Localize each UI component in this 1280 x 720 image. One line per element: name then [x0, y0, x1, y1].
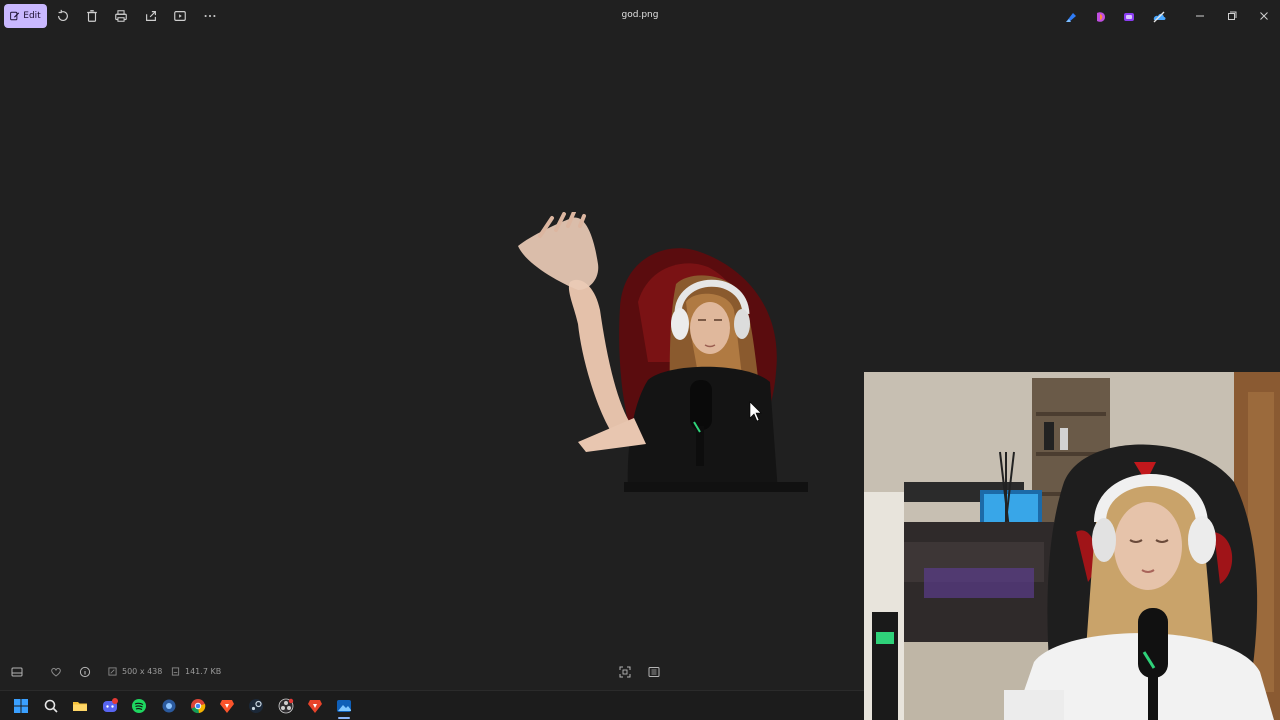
- edit-icon: [10, 11, 20, 21]
- brave-icon: [220, 700, 234, 713]
- print-icon: [115, 10, 127, 22]
- obs-icon: [278, 698, 294, 714]
- status-bar: 500 x 438 141.7 KB: [0, 658, 864, 686]
- favorite-button[interactable]: [49, 665, 63, 679]
- brave-button[interactable]: [218, 697, 236, 715]
- app-icon: [162, 699, 176, 713]
- spotify-icon: [132, 699, 146, 713]
- window-title: god.png: [621, 10, 659, 20]
- info-icon: [79, 666, 91, 678]
- delete-icon: [87, 10, 97, 22]
- obs-button[interactable]: [277, 697, 295, 715]
- dimensions-text: 500 x 438: [122, 667, 163, 676]
- active-app-indicator: [338, 717, 350, 719]
- app-button[interactable]: [160, 697, 178, 715]
- search-icon: [44, 699, 58, 713]
- share-button[interactable]: [139, 4, 163, 28]
- clipchamp-icon[interactable]: [1122, 9, 1136, 23]
- filmstrip-button[interactable]: [10, 665, 24, 679]
- displayed-image[interactable]: [508, 212, 808, 492]
- taskbar: [0, 690, 864, 720]
- share-icon: [146, 11, 156, 21]
- file-size-text: 141.7 KB: [185, 667, 222, 676]
- minimize-button[interactable]: [1189, 6, 1211, 26]
- start-button[interactable]: [12, 697, 30, 715]
- search-button[interactable]: [42, 697, 60, 715]
- filmstrip-icon: [11, 667, 23, 677]
- close-button[interactable]: [1253, 6, 1275, 26]
- actual-size-icon: [648, 667, 660, 677]
- restore-icon: [1228, 11, 1237, 20]
- photos-button[interactable]: [335, 697, 353, 715]
- more-button[interactable]: [198, 4, 222, 28]
- photos-icon: [337, 700, 351, 712]
- close-icon: [1260, 12, 1268, 20]
- slideshow-icon: [174, 11, 186, 21]
- restore-button[interactable]: [1221, 6, 1243, 26]
- discord-icon: [103, 698, 118, 712]
- fit-to-window-button[interactable]: [618, 665, 632, 679]
- edit-button[interactable]: Edit: [4, 4, 47, 28]
- actual-size-button[interactable]: [647, 665, 661, 679]
- image-dimensions: 500 x 438: [108, 667, 162, 676]
- fit-window-icon: [619, 666, 631, 678]
- file-size-icon: [171, 667, 180, 676]
- brave-red-icon: [308, 700, 322, 713]
- spotify-button[interactable]: [130, 697, 148, 715]
- rotate-icon: [58, 9, 68, 22]
- slideshow-button[interactable]: [168, 4, 192, 28]
- print-button[interactable]: [109, 4, 133, 28]
- discord-button[interactable]: [101, 697, 119, 715]
- file-size: 141.7 KB: [171, 667, 221, 676]
- dimensions-icon: [108, 667, 117, 676]
- chrome-icon: [191, 699, 206, 714]
- steam-button[interactable]: [247, 697, 265, 715]
- edit-label: Edit: [23, 11, 41, 21]
- file-explorer-icon: [73, 702, 87, 711]
- file-explorer-button[interactable]: [71, 697, 89, 715]
- chrome-button[interactable]: [189, 697, 207, 715]
- info-button[interactable]: [78, 665, 92, 679]
- steam-icon: [249, 699, 263, 713]
- webcam-overlay: [864, 372, 1280, 720]
- delete-button[interactable]: [80, 4, 104, 28]
- title-bar: Edit god.png: [0, 0, 1280, 32]
- heart-icon: [51, 667, 61, 677]
- minimize-icon: [1196, 15, 1204, 17]
- photos-app-icon[interactable]: [1064, 9, 1078, 23]
- brave-red-button[interactable]: [306, 697, 324, 715]
- onedrive-icon[interactable]: [1152, 9, 1166, 23]
- more-icon: [204, 14, 216, 18]
- windows-start-icon: [14, 699, 28, 713]
- rotate-button[interactable]: [51, 4, 75, 28]
- copilot-icon[interactable]: [1094, 9, 1108, 23]
